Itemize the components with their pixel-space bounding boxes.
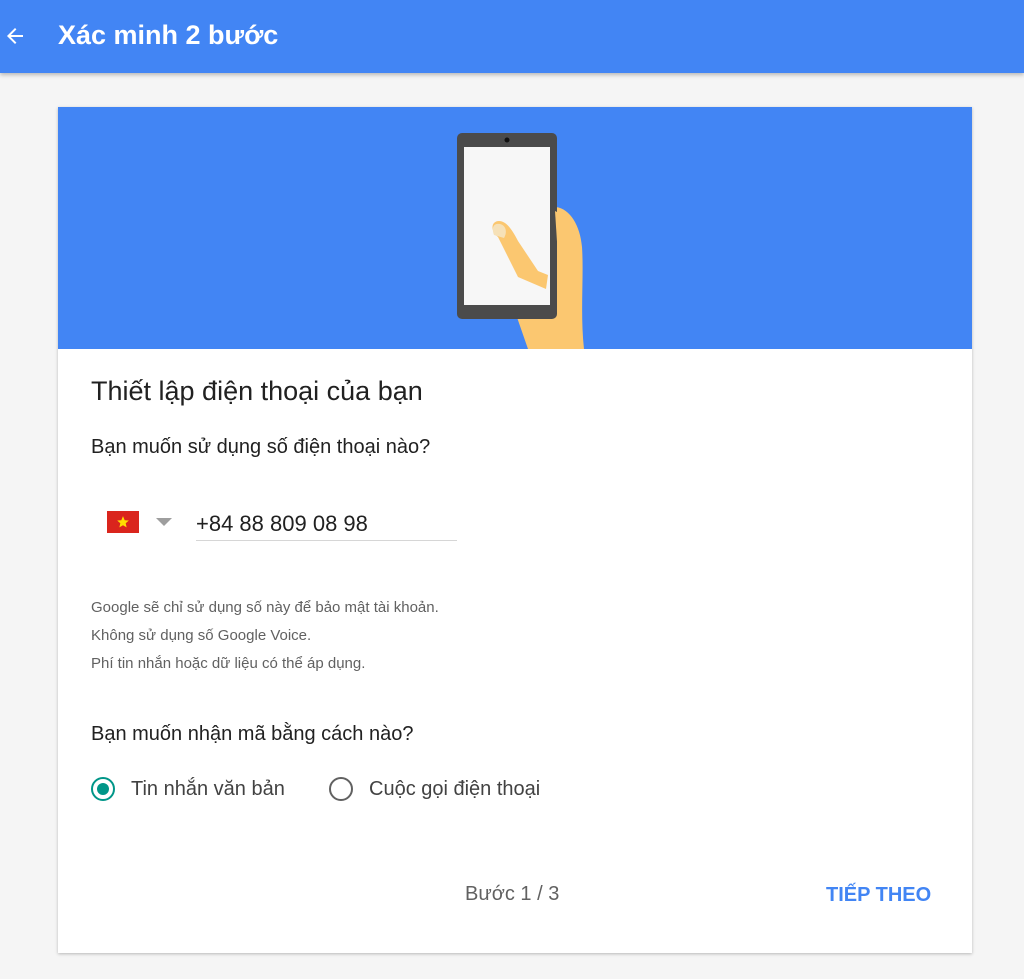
arrow-back-icon	[7, 28, 23, 44]
card-title: Thiết lập điện thoại của bạn	[91, 376, 423, 406]
note-line: Google sẽ chỉ sử dụng số này để bảo mật …	[91, 599, 439, 616]
step-indicator: Bước 1 / 3	[465, 883, 560, 905]
page-title: Xác minh 2 bước	[58, 20, 279, 50]
radio-label: Cuộc gọi điện thoại	[369, 777, 541, 800]
radio-unchecked-icon[interactable]	[329, 777, 353, 801]
radio-phone-call[interactable]: Cuộc gọi điện thoại	[329, 773, 540, 805]
next-button[interactable]: TIẾP THEO	[818, 879, 939, 911]
back-button[interactable]	[0, 18, 30, 54]
note-line: Phí tin nhắn hoặc dữ liệu có thể áp dụng…	[91, 655, 366, 672]
method-question: Bạn muốn nhận mã bằng cách nào?	[91, 723, 414, 745]
caret-down-icon	[156, 518, 172, 526]
hero-banner	[58, 107, 972, 349]
vietnam-flag-icon	[107, 511, 139, 533]
radio-label: Tin nhắn văn bản	[131, 777, 285, 800]
phone-usage-notes: Google sẽ chỉ sử dụng số này để bảo mật …	[91, 594, 439, 678]
phone-question: Bạn muốn sử dụng số điện thoại nào?	[91, 436, 431, 458]
phone-number-input[interactable]	[196, 508, 457, 541]
setup-phone-card: Thiết lập điện thoại của bạn Bạn muốn sử…	[58, 107, 972, 953]
country-picker[interactable]	[107, 507, 177, 539]
radio-text-message[interactable]: Tin nhắn văn bản	[91, 773, 285, 805]
note-line: Không sử dụng số Google Voice.	[91, 627, 312, 644]
app-bar: Xác minh 2 bước	[0, 0, 1024, 73]
phone-in-hand-illustration	[457, 133, 584, 349]
radio-checked-icon[interactable]	[91, 777, 115, 801]
